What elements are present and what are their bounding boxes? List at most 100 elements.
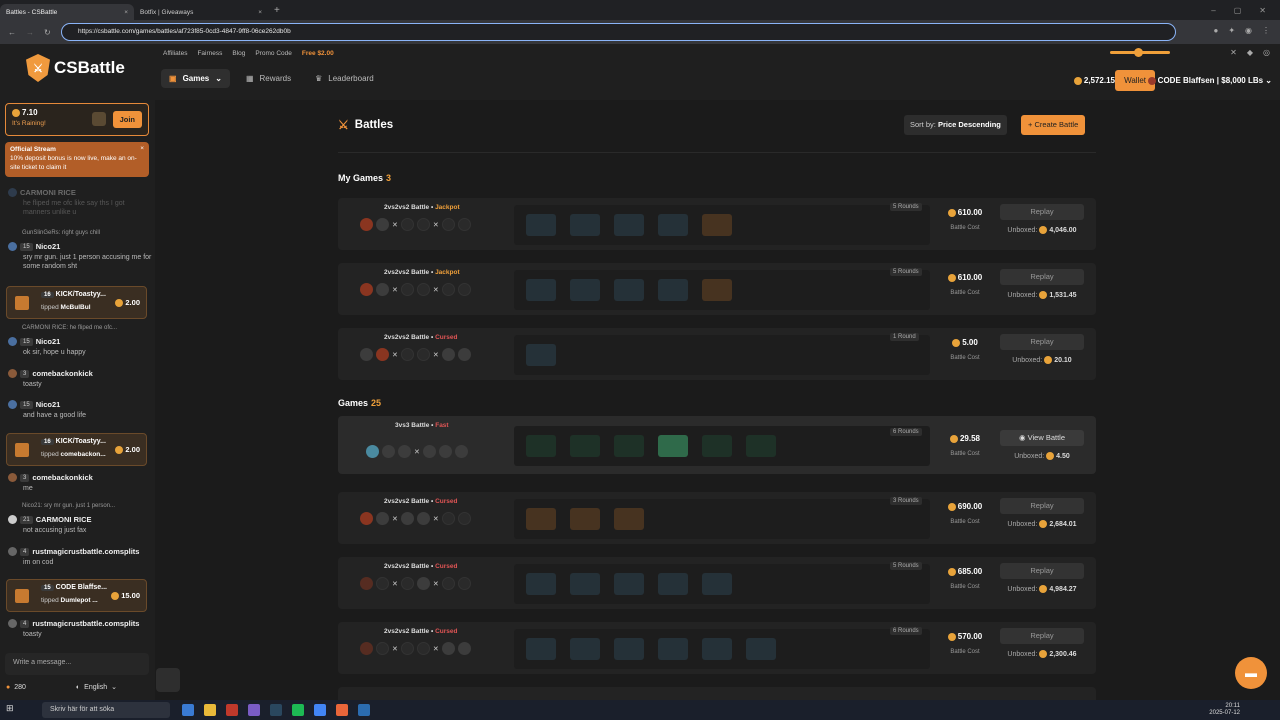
chat-input[interactable]: Write a message... <box>5 653 149 675</box>
gift-icon <box>15 589 29 603</box>
close-tab-icon[interactable]: × <box>124 9 128 16</box>
forward-icon[interactable]: → <box>26 28 34 37</box>
windows-start-icon[interactable]: ⊞ <box>6 703 20 717</box>
support-chat-button[interactable]: ▬ <box>1235 657 1267 689</box>
rounds-badge: 5 Rounds <box>890 268 922 276</box>
replay-button[interactable]: Replay <box>1000 204 1084 220</box>
close-icon[interactable]: × <box>140 144 144 153</box>
app-icon[interactable] <box>226 704 238 716</box>
link-promo-code[interactable]: Promo Code <box>255 50 292 57</box>
puzzle-icon[interactable]: ✦ <box>1228 26 1235 35</box>
case-list <box>514 564 930 604</box>
menu-icon[interactable]: ⋮ <box>1262 26 1270 35</box>
replay-button[interactable]: Replay <box>1000 563 1084 579</box>
illustrator-icon[interactable] <box>336 704 348 716</box>
volume-knob[interactable] <box>1134 48 1143 57</box>
avatar <box>8 515 17 524</box>
join-rain-button[interactable]: Join <box>112 111 142 128</box>
case-list <box>514 629 930 669</box>
rain-panel: 7.10 It's Raining! Join <box>5 103 149 136</box>
discord-icon[interactable] <box>248 704 260 716</box>
online-icon: ● <box>6 683 11 691</box>
discord-icon[interactable]: ◆ <box>1247 48 1253 57</box>
unboxed-value: Unboxed: 1,531.45 <box>1007 291 1077 299</box>
page-title: ⚔ Battles <box>338 118 394 132</box>
chat-message: 3 comebackonkick me <box>8 473 152 493</box>
tab-botfix[interactable]: Botfix | Giveaways × <box>134 4 268 20</box>
photoshop-icon[interactable] <box>358 704 370 716</box>
battle-row[interactable]: 2vs2vs2 Battle • Jackpot ✕ ✕ 5 Rounds 610… <box>338 263 1096 315</box>
battle-row[interactable]: 2vs2vs2 Battle • Cursed ✕ ✕ 3 Rounds 690.… <box>338 492 1096 544</box>
avatar <box>441 642 455 655</box>
close-window-icon[interactable]: ✕ <box>1259 6 1266 15</box>
chevron-down-icon[interactable]: ⌄ <box>111 683 117 691</box>
empty-slot <box>441 577 455 590</box>
window-controls: – ▢ ✕ <box>1211 6 1280 15</box>
case-icon <box>702 573 732 595</box>
tab-battles[interactable]: Battles - CSBattle × <box>0 4 134 20</box>
battle-row[interactable]: 2vs2vs2 Battle • Jackpot ✕ ✕ 5 Rounds 610… <box>338 198 1096 250</box>
nav-leaderboard[interactable]: ♛ Leaderboard <box>307 69 382 88</box>
coin-icon <box>1039 291 1048 299</box>
sort-dropdown[interactable]: Sort by: Price Descending <box>904 115 1007 135</box>
taskbar-search[interactable]: Skriv här för att söka <box>42 702 170 718</box>
new-tab-icon[interactable]: + <box>274 5 280 16</box>
system-tray[interactable]: 20:11 2025-07-12 <box>1209 703 1280 717</box>
case-icon <box>614 435 644 457</box>
steam-icon[interactable]: ◎ <box>1263 48 1270 57</box>
replay-button[interactable]: Replay <box>1000 269 1084 285</box>
trophy-icon: ♛ <box>315 74 323 83</box>
link-fairness[interactable]: Fairness <box>197 50 222 57</box>
view-battle-button[interactable]: ◉ View Battle <box>1000 430 1084 446</box>
battle-row[interactable]: 2vs2vs2 Battle • Cursed ✕ ✕ 5 Rounds 685.… <box>338 557 1096 609</box>
link-affiliates[interactable]: Affiliates <box>163 50 187 57</box>
case-icon <box>570 508 600 530</box>
battle-cost: 5.00 Battle Cost <box>950 338 980 361</box>
empty-slot <box>457 283 471 296</box>
outlook-icon[interactable] <box>182 704 194 716</box>
battle-row[interactable]: 3vs3 Battle • Fast ✕ 6 Rounds 29.58 Battl… <box>338 416 1096 474</box>
chrome-icon[interactable] <box>314 704 326 716</box>
case-icon <box>614 279 644 301</box>
x-icon[interactable]: ✕ <box>1230 48 1237 57</box>
profile-icon[interactable]: ◉ <box>1245 26 1252 35</box>
language-select[interactable]: English <box>84 684 107 691</box>
minimize-icon[interactable]: – <box>1211 6 1215 15</box>
gift-icon: ▦ <box>245 74 254 83</box>
replay-button[interactable]: Replay <box>1000 498 1084 514</box>
link-free[interactable]: Free $2.00 <box>302 50 334 57</box>
reload-icon[interactable]: ↻ <box>44 28 51 37</box>
case-icon <box>702 279 732 301</box>
replay-button[interactable]: Replay <box>1000 628 1084 644</box>
avatar <box>398 445 411 458</box>
top-links: Affiliates Fairness Blog Promo Code Free… <box>163 50 334 57</box>
maximize-icon[interactable]: ▢ <box>1234 6 1242 15</box>
spotify-icon[interactable] <box>292 704 304 716</box>
user-menu[interactable]: CODE Blaffsen | $8,000 LBs ⌄ <box>1147 76 1272 85</box>
avatar <box>360 642 373 655</box>
avatar <box>457 642 471 655</box>
steam-icon[interactable] <box>270 704 282 716</box>
site-logo[interactable]: ⚔ CSBattle <box>26 54 125 82</box>
avatar <box>422 445 436 458</box>
url-field[interactable]: https://csbattle.com/games/battles/af723… <box>61 23 1176 41</box>
avatar <box>360 283 373 296</box>
create-battle-button[interactable]: + Create Battle <box>1021 115 1086 135</box>
case-icon <box>614 573 644 595</box>
player-slots: ✕ ✕ <box>360 642 471 655</box>
battle-row[interactable]: 2vs2vs2 Battle • Cursed ✕ ✕ 1 Round 5.00 B… <box>338 328 1096 380</box>
replay-button[interactable]: Replay <box>1000 334 1084 350</box>
battle-row[interactable] <box>338 687 1096 700</box>
folder-icon[interactable] <box>204 704 216 716</box>
toggle-chat-button[interactable] <box>156 668 180 692</box>
link-blog[interactable]: Blog <box>232 50 245 57</box>
balance[interactable]: 2,572.15 <box>1073 76 1115 85</box>
nav-rewards[interactable]: ▦ Rewards <box>238 69 299 88</box>
nav-games[interactable]: ▣ Games ⌄ <box>161 69 230 88</box>
volume-slider[interactable] <box>1110 48 1170 57</box>
empty-slot <box>441 218 455 231</box>
battle-row[interactable]: 2vs2vs2 Battle • Cursed ✕ ✕ 6 Rounds 570.… <box>338 622 1096 674</box>
extension-icon[interactable]: ● <box>1213 26 1218 35</box>
back-icon[interactable]: ← <box>8 28 16 37</box>
close-tab-icon[interactable]: × <box>258 9 262 16</box>
